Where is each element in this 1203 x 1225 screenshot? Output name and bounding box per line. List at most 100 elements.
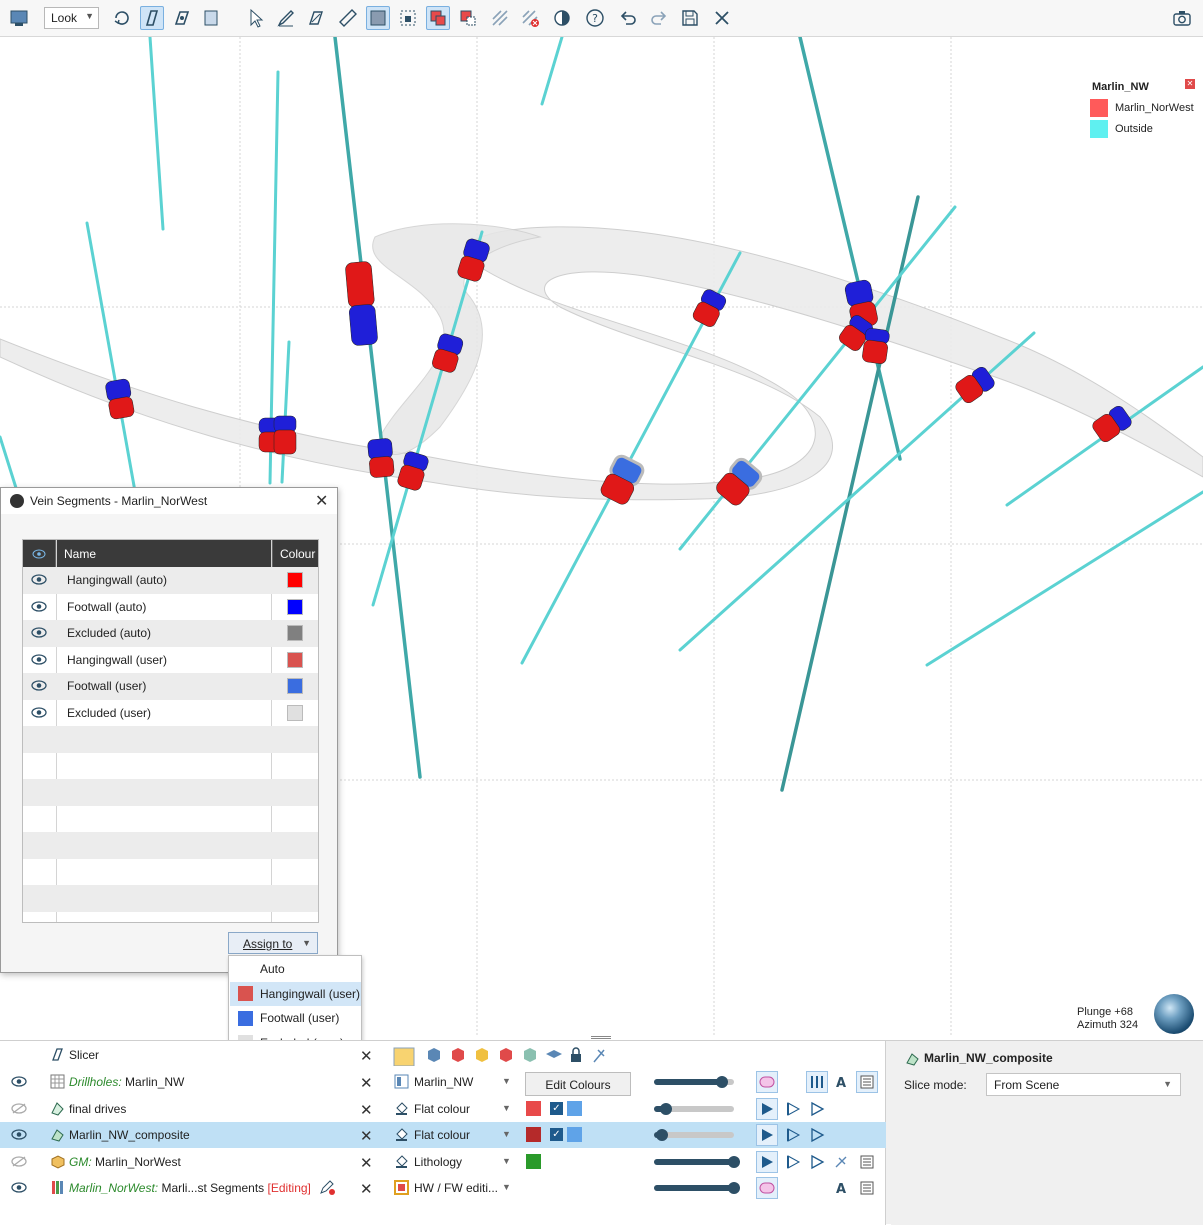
tree-row[interactable]: Marlin_NorWest: Marli...st Segments [Edi… <box>0 1175 886 1201</box>
select-box-icon[interactable] <box>366 6 390 30</box>
hatch-icon[interactable] <box>488 6 512 30</box>
chevron-down-icon[interactable]: ▼ <box>502 1156 511 1166</box>
visibility-eye-icon[interactable] <box>11 1102 27 1117</box>
chevron-down-icon[interactable]: ▼ <box>502 1129 511 1139</box>
segment-row[interactable]: Footwall (user) <box>23 673 318 700</box>
opacity-slider[interactable] <box>654 1182 740 1194</box>
visibility-eye-icon[interactable] <box>11 1129 27 1143</box>
ruler-icon[interactable] <box>336 6 360 30</box>
legend-close-icon[interactable]: ✕ <box>1185 79 1195 89</box>
chevron-down-icon[interactable]: ▼ <box>502 1103 511 1113</box>
opacity-slider[interactable] <box>654 1155 740 1168</box>
edit-points-icon[interactable] <box>304 6 328 30</box>
assign-menu-item[interactable]: Hangingwall (user) <box>230 981 361 1006</box>
visibility-eye-icon[interactable] <box>31 627 47 641</box>
rotate-icon[interactable] <box>110 6 134 30</box>
labels-button[interactable]: A <box>830 1071 852 1093</box>
segment-row[interactable]: Hangingwall (auto) <box>23 567 318 594</box>
segment-colour-swatch[interactable] <box>287 678 303 694</box>
segment-colour-swatch[interactable] <box>287 598 303 615</box>
look-dropdown[interactable]: Look ▼ <box>44 7 99 29</box>
camera-icon[interactable] <box>1170 6 1194 30</box>
opacity-slider[interactable] <box>654 1129 734 1141</box>
legend-button[interactable] <box>856 1151 878 1173</box>
colour-column-header[interactable]: Colour <box>272 540 318 567</box>
show-slice-button[interactable] <box>782 1098 804 1120</box>
segment-row[interactable]: Excluded (user) <box>23 700 318 727</box>
help-icon[interactable]: ? <box>583 6 607 30</box>
visibility-eye-icon[interactable] <box>11 1076 27 1090</box>
show-outline-button[interactable] <box>806 1098 828 1120</box>
display-mode-button[interactable] <box>756 1071 778 1093</box>
colour-swatch[interactable] <box>526 1100 541 1116</box>
opacity-slider[interactable] <box>654 1076 734 1088</box>
save-icon[interactable] <box>678 6 702 30</box>
tree-row[interactable]: Marlin_NW_composite ✕ Flat colour ▼ ✓ <box>0 1122 886 1148</box>
chevron-down-icon[interactable]: ▼ <box>502 1076 511 1086</box>
segment-row[interactable]: Footwall (auto) <box>23 594 318 621</box>
segment-row[interactable]: Excluded (auto) <box>23 620 318 647</box>
visibility-header-icon[interactable] <box>23 540 56 567</box>
cut-tool-button[interactable] <box>830 1151 852 1173</box>
undo-icon[interactable] <box>616 6 640 30</box>
panel-splitter[interactable] <box>591 1036 611 1039</box>
visibility-eye-icon[interactable] <box>31 653 47 668</box>
name-column-header[interactable]: Name <box>64 547 96 561</box>
chevron-down-icon[interactable]: ▼ <box>502 1182 511 1192</box>
tree-row[interactable]: final drives ✕ Flat colour ▼ ✓ <box>0 1096 886 1122</box>
draw-plane-icon[interactable] <box>140 6 164 30</box>
orientation-globe-icon[interactable] <box>1154 994 1194 1034</box>
labels-button[interactable]: A <box>830 1177 852 1199</box>
clear-assignment-icon[interactable] <box>518 6 542 30</box>
show-outline-button[interactable] <box>806 1151 828 1173</box>
segment-colour-swatch[interactable] <box>287 651 303 668</box>
legend-button[interactable] <box>856 1177 878 1199</box>
slice-box-icon[interactable] <box>200 6 224 30</box>
checkbox[interactable]: ✓ <box>550 1128 563 1141</box>
assign-to-button[interactable]: Assign to ▼ <box>228 932 318 954</box>
edit-pencil-icon[interactable] <box>318 1180 336 1196</box>
tree-row[interactable]: Drillholes: Marlin_NW ✕ Marlin_NW ▼ A <box>0 1069 886 1095</box>
legend-button[interactable] <box>856 1071 878 1093</box>
slice-mode-select[interactable]: From Scene ▼ <box>986 1073 1181 1096</box>
display-mode-button[interactable] <box>756 1177 778 1199</box>
opacity-slider[interactable] <box>654 1102 734 1115</box>
colour-swatch[interactable] <box>526 1127 541 1142</box>
draw-line-icon[interactable] <box>274 6 298 30</box>
scene-window-icon[interactable] <box>7 6 31 30</box>
visibility-eye-icon[interactable] <box>11 1155 27 1170</box>
move-plane-icon[interactable] <box>170 6 194 30</box>
tree-row[interactable]: GM: Marlin_NorWest ✕ Lithology ▼ <box>0 1149 886 1175</box>
show-surface-button[interactable] <box>756 1097 778 1120</box>
remove-icon[interactable]: ✕ <box>360 1047 373 1065</box>
colour-swatch[interactable] <box>526 1153 541 1169</box>
dialog-close-icon[interactable]: ✕ <box>315 491 328 511</box>
show-slice-button[interactable] <box>782 1124 804 1146</box>
visibility-eye-icon[interactable] <box>11 1182 27 1196</box>
segment-row[interactable]: Hangingwall (user) <box>23 647 318 674</box>
close-icon[interactable] <box>710 6 734 30</box>
segment-colour-swatch[interactable] <box>287 704 303 721</box>
assign-menu-item[interactable]: Footwall (user) <box>230 1006 361 1030</box>
visibility-eye-icon[interactable] <box>31 600 47 615</box>
visibility-eye-icon[interactable] <box>31 574 47 588</box>
show-slice-button[interactable] <box>782 1151 804 1173</box>
secondary-colour-swatch[interactable] <box>567 1127 582 1142</box>
visibility-eye-icon[interactable] <box>31 680 47 694</box>
remove-icon[interactable]: ✕ <box>360 1074 373 1092</box>
show-surface-button[interactable] <box>756 1124 778 1146</box>
remove-icon[interactable]: ✕ <box>360 1101 373 1119</box>
assign-menu-item[interactable]: Auto <box>230 957 361 981</box>
segment-colour-swatch[interactable] <box>287 625 303 641</box>
checkbox[interactable]: ✓ <box>550 1101 563 1115</box>
remove-icon[interactable]: ✕ <box>360 1154 373 1172</box>
visibility-eye-icon[interactable] <box>31 706 47 721</box>
lasso-select-icon[interactable] <box>396 6 420 30</box>
secondary-colour-swatch[interactable] <box>567 1100 582 1116</box>
edit-colours-button[interactable]: Edit Colours <box>525 1072 631 1096</box>
assign-footwall-icon[interactable] <box>456 6 480 30</box>
show-surface-button[interactable] <box>756 1150 778 1173</box>
redo-icon[interactable] <box>647 6 671 30</box>
remove-icon[interactable]: ✕ <box>360 1180 373 1198</box>
segment-colour-swatch[interactable] <box>287 572 303 588</box>
